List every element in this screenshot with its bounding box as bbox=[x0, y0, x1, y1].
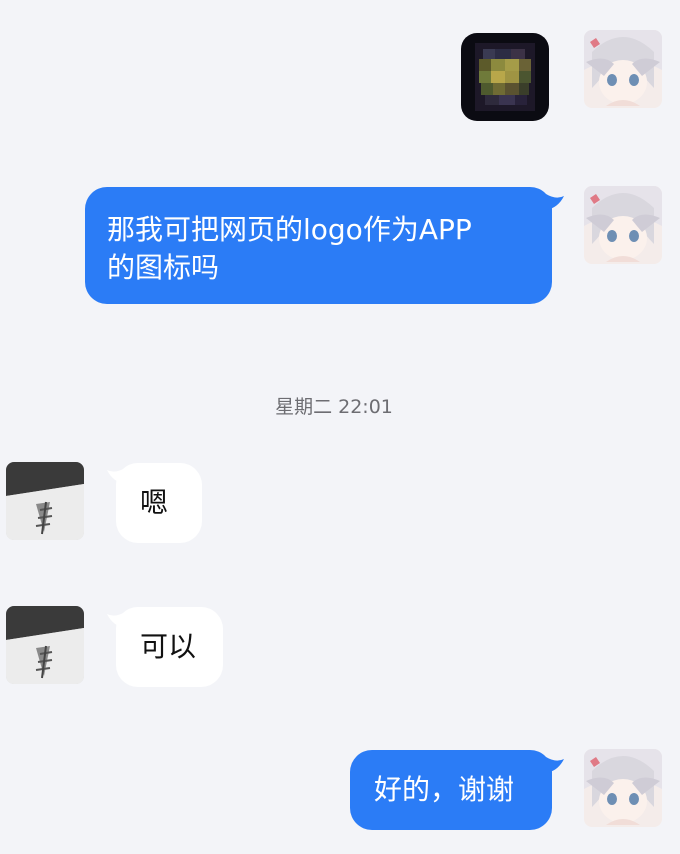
message-text: 好的，谢谢 bbox=[374, 773, 515, 806]
outgoing-message-bubble[interactable]: 好的，谢谢 bbox=[350, 750, 552, 830]
sketch-photo-avatar bbox=[6, 462, 84, 540]
incoming-message-bubble[interactable]: 可以 bbox=[116, 607, 223, 687]
message-text-line: 的图标吗 bbox=[107, 251, 220, 284]
pixelated-game-icon bbox=[461, 33, 549, 121]
self-avatar[interactable] bbox=[584, 186, 662, 264]
message-text: 嗯 bbox=[140, 486, 169, 519]
contact-avatar[interactable] bbox=[6, 606, 84, 684]
anime-girl-avatar bbox=[584, 30, 662, 108]
contact-avatar[interactable] bbox=[6, 462, 84, 540]
bubble-tail bbox=[546, 757, 564, 773]
anime-girl-avatar bbox=[584, 749, 662, 827]
timestamp: 星期二 22:01 bbox=[275, 396, 393, 418]
self-avatar[interactable] bbox=[584, 30, 662, 108]
anime-girl-avatar bbox=[584, 186, 662, 264]
image-message[interactable] bbox=[461, 33, 549, 121]
message-text: 可以 bbox=[140, 630, 197, 663]
sketch-photo-avatar bbox=[6, 606, 84, 684]
bubble-tail bbox=[546, 194, 564, 210]
message-text-line: 那我可把网页的logo作为APP bbox=[107, 213, 472, 246]
self-avatar[interactable] bbox=[584, 749, 662, 827]
incoming-message-bubble[interactable]: 嗯 bbox=[116, 463, 202, 543]
outgoing-message-bubble[interactable]: 那我可把网页的logo作为APP 的图标吗 bbox=[85, 187, 552, 304]
